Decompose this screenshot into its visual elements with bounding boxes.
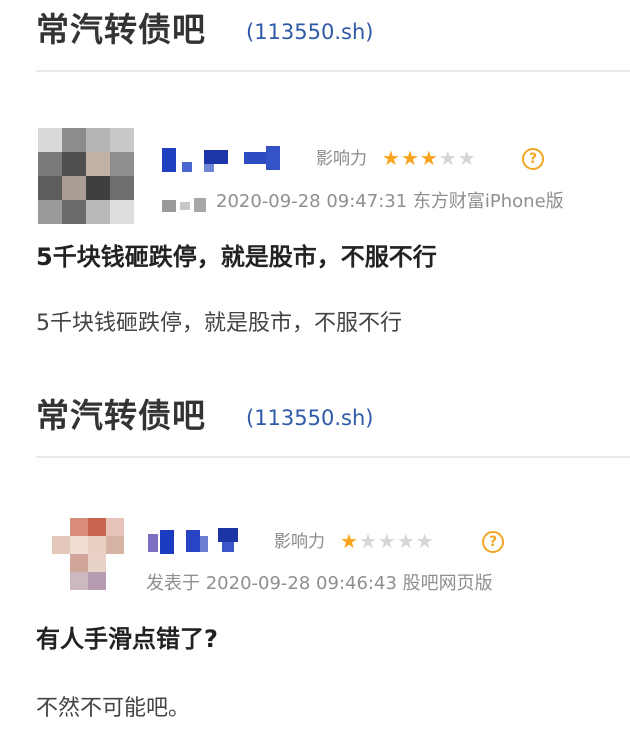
post-body: 5千块钱砸跌停，就是股市，不服不行 — [36, 311, 402, 336]
username-obscured[interactable] — [146, 528, 256, 554]
divider — [36, 456, 630, 458]
star-icon: ★ — [377, 529, 397, 553]
avatar[interactable] — [38, 128, 134, 224]
influence-label: 影响力 — [316, 149, 367, 169]
post-title[interactable]: 有人手滑点错了? — [36, 623, 218, 655]
influence-label: 影响力 — [274, 532, 325, 552]
star-icon: ★ — [340, 529, 359, 553]
post-title[interactable]: 5千块钱砸跌停，就是股市，不服不行 — [36, 241, 437, 273]
stock-code-link[interactable]: (113550.sh) — [246, 12, 373, 52]
post-card: 常汽转债吧 (113550.sh) 影响力 ★★★★★ ? 2020-09-28… — [0, 0, 630, 360]
influence-rating: ★★★★★ — [340, 529, 435, 553]
star-icon: ★ — [457, 146, 477, 170]
star-icon: ★ — [419, 146, 439, 170]
username-obscured[interactable] — [160, 146, 290, 172]
star-icon: ★ — [382, 146, 401, 170]
bar-title[interactable]: 常汽转债吧 — [36, 396, 206, 436]
post-meta: 2020-09-28 09:47:31 东方财富iPhone版 — [216, 191, 564, 212]
bar-title[interactable]: 常汽转债吧 — [36, 10, 206, 50]
user-level-badge — [162, 194, 212, 214]
stock-code-link[interactable]: (113550.sh) — [246, 398, 373, 438]
influence-rating: ★★★★★ — [382, 146, 477, 170]
divider — [36, 70, 630, 72]
help-circle-icon[interactable]: ? — [482, 531, 504, 553]
star-icon: ★ — [415, 529, 435, 553]
help-circle-icon[interactable]: ? — [522, 148, 544, 170]
post-body: 不然不可能吧。 — [36, 696, 191, 721]
star-icon: ★ — [358, 529, 378, 553]
avatar[interactable] — [52, 518, 124, 590]
post-card: 常汽转债吧 (113550.sh) 影响力 ★★★★★ ? 发表于 2020-0… — [0, 380, 630, 744]
star-icon: ★ — [400, 146, 420, 170]
post-meta: 发表于 2020-09-28 09:46:43 股吧网页版 — [146, 573, 493, 594]
star-icon: ★ — [438, 146, 458, 170]
star-icon: ★ — [396, 529, 416, 553]
